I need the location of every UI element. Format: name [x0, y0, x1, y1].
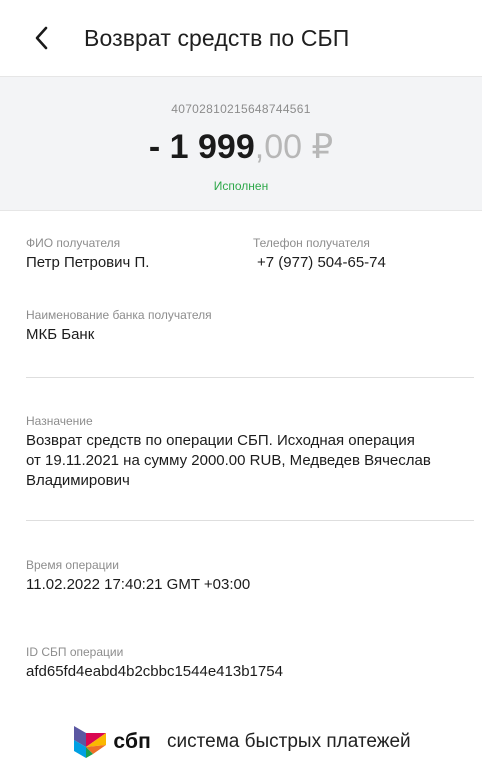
recipient-phone-label: Телефон получателя — [253, 236, 370, 250]
sbp-operation-id: afd65fd4eabd4b2cbbc1544e413b1754 — [26, 663, 283, 680]
recipient-name-label: ФИО получателя — [26, 236, 121, 250]
purpose-line: Возврат средств по операции СБП. Исходна… — [26, 432, 415, 449]
status-badge: Исполнен — [213, 179, 269, 193]
currency-sign: ₽ — [311, 128, 334, 166]
divider — [26, 520, 474, 521]
bank-label: Наименование банка получателя — [26, 308, 212, 322]
purpose-line: Владимирович — [26, 472, 130, 489]
sbp-logo: сбп система быстрых платежей — [0, 720, 482, 764]
operation-time: 11.02.2022 17:40:21 GMT +03:00 — [26, 576, 251, 593]
top-bar: Возврат средств по СБП — [0, 0, 482, 76]
sbp-logo-icon — [74, 726, 107, 758]
purpose-line: от 19.11.2021 на сумму 2000.00 RUB, Медв… — [26, 452, 431, 469]
time-label: Время операции — [26, 558, 119, 572]
operation-summary: 40702810215648744561 - 1 999,00 ₽ Исполн… — [0, 76, 482, 211]
recipient-name: Петр Петрович П. — [26, 254, 150, 271]
chevron-left-icon — [35, 26, 48, 50]
page-title: Возврат средств по СБП — [84, 24, 350, 51]
sbp-id-label: ID СБП операции — [26, 645, 124, 659]
purpose-label: Назначение — [26, 414, 93, 428]
account-number: 40702810215648744561 — [171, 102, 311, 116]
purpose-text: Возврат средств по операции СБП. Исходна… — [26, 431, 431, 491]
amount-integer: - 1 999 — [148, 128, 255, 166]
bank-name: МКБ Банк — [26, 326, 95, 343]
amount-fraction: ,00 — [254, 128, 303, 166]
divider — [26, 377, 474, 378]
sbp-logo-mark: сбп — [71, 723, 151, 761]
operation-amount: - 1 999,00 ₽ — [0, 127, 482, 167]
sbp-tagline: система быстрых платежей — [167, 731, 411, 752]
back-button[interactable] — [34, 18, 62, 58]
sbp-logo-text: сбп — [113, 730, 152, 753]
recipient-phone: +7 (977) 504-65-74 — [257, 254, 386, 271]
